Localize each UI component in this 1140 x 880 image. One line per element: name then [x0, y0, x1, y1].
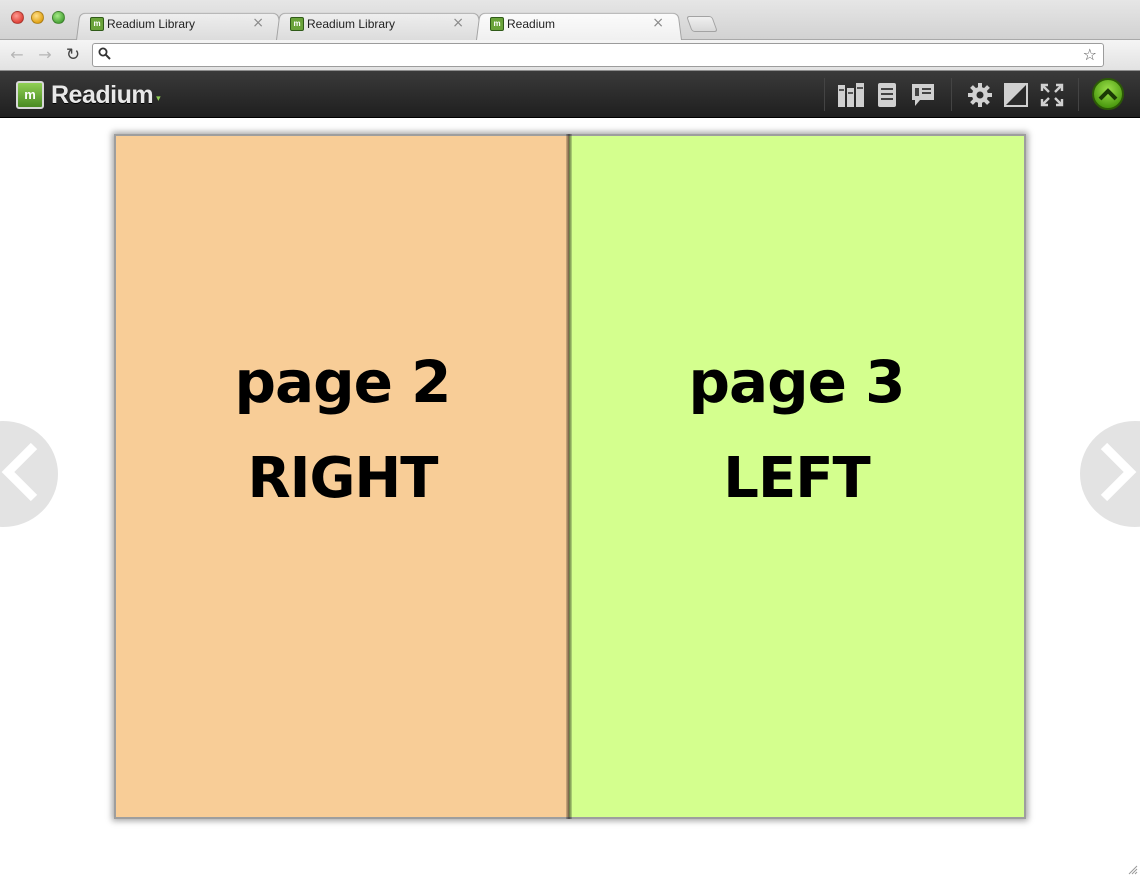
readium-favicon-icon: m — [290, 17, 304, 31]
browser-tabstrip: m Readium Library × m Readium Library × … — [0, 0, 1140, 40]
readium-logo-icon: m — [16, 81, 44, 109]
toolbar-divider — [1078, 78, 1079, 111]
chevron-right-icon — [1098, 440, 1138, 509]
reload-icon[interactable]: ↻ — [62, 44, 84, 66]
next-page-button[interactable] — [1080, 421, 1140, 527]
tab-label: Readium Library — [307, 17, 396, 31]
search-icon — [98, 47, 111, 64]
book-spread: page 2 RIGHT page 3 LEFT — [114, 134, 1026, 819]
page-side-label: LEFT — [723, 446, 870, 511]
minimize-window-button[interactable] — [31, 11, 44, 24]
chevron-left-icon — [0, 440, 40, 509]
toolbar-divider — [824, 78, 825, 111]
tab-label: Readium Library — [107, 17, 196, 31]
theme-contrast-icon[interactable] — [1002, 81, 1030, 109]
close-window-button[interactable] — [11, 11, 24, 24]
settings-icon[interactable] — [966, 81, 994, 109]
page-number-label: page 3 — [688, 348, 905, 416]
page-2: page 2 RIGHT — [114, 134, 569, 819]
browser-tab-library-1[interactable]: m Readium Library × — [76, 11, 282, 40]
readium-logo[interactable]: m Readium ▾ — [16, 80, 161, 110]
toolbar-divider — [951, 78, 952, 111]
tab-close-icon[interactable]: × — [252, 15, 264, 31]
forward-icon[interactable]: → — [34, 44, 56, 66]
caret-down-icon: ▾ — [156, 94, 161, 104]
browser-tab-readium[interactable]: m Readium × — [476, 11, 682, 40]
page-side-label: RIGHT — [247, 446, 439, 511]
tab-label: Readium — [507, 17, 556, 31]
toc-icon[interactable] — [873, 81, 901, 109]
notes-icon[interactable] — [909, 81, 937, 109]
page-number-label: page 2 — [234, 348, 451, 416]
zoom-window-button[interactable] — [52, 11, 65, 24]
readium-app-bar: m Readium ▾ — [0, 71, 1140, 118]
scroll-top-icon[interactable] — [1092, 78, 1124, 110]
page-3: page 3 LEFT — [569, 134, 1026, 819]
fullscreen-icon[interactable] — [1038, 81, 1066, 109]
browser-toolbar: ← → ↻ ☆ — [0, 40, 1140, 102]
resize-grip-icon[interactable] — [1126, 862, 1138, 875]
app-title: Readium — [51, 80, 154, 109]
back-icon[interactable]: ← — [6, 44, 28, 66]
new-tab-button[interactable] — [686, 16, 718, 32]
tab-close-icon[interactable]: × — [452, 15, 464, 31]
book-spine — [566, 134, 572, 819]
tab-close-icon[interactable]: × — [652, 15, 664, 31]
library-icon[interactable] — [837, 81, 865, 109]
readium-favicon-icon: m — [490, 17, 504, 31]
address-input[interactable] — [117, 46, 1067, 64]
browser-tab-library-2[interactable]: m Readium Library × — [276, 11, 482, 40]
previous-page-button[interactable] — [0, 421, 58, 527]
readium-favicon-icon: m — [90, 17, 104, 31]
address-bar[interactable]: ☆ — [92, 43, 1104, 67]
star-icon[interactable]: ☆ — [1083, 45, 1097, 64]
